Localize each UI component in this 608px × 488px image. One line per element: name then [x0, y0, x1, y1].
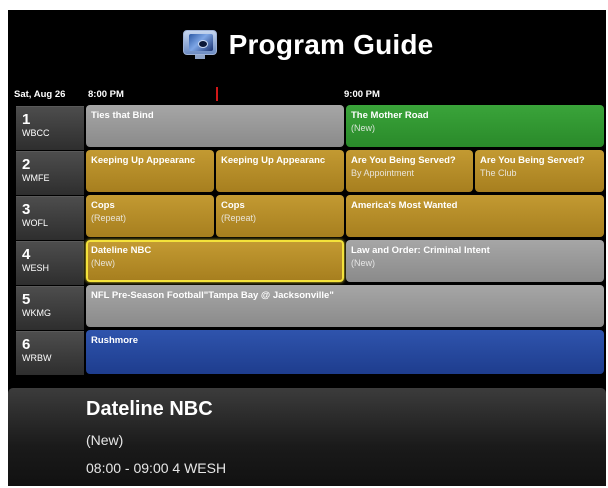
program-title: Ties that Bind — [91, 110, 154, 121]
program-ties-that-bind[interactable]: Ties that Bind — [86, 105, 344, 147]
program-the-mother-road[interactable]: The Mother Road (New) — [346, 105, 604, 147]
page-title: Program Guide — [228, 29, 434, 60]
program-keeping-up-appearances-2[interactable]: Keeping Up Appearanc — [216, 150, 344, 192]
channel-callsign: WKMG — [22, 308, 51, 318]
program-title: Rushmore — [91, 335, 138, 346]
program-subtitle: (New) — [351, 258, 375, 268]
program-cops-1[interactable]: Cops (Repeat) — [86, 195, 214, 237]
time-bar: Sat, Aug 26 8:00 PM 9:00 PM — [8, 84, 606, 106]
program-title: Keeping Up Appearanc — [91, 155, 196, 166]
program-keeping-up-appearances-1[interactable]: Keeping Up Appearanc — [86, 150, 214, 192]
program-subtitle: The Club — [480, 168, 517, 178]
program-are-you-being-served-1[interactable]: Are You Being Served? By Appointment — [346, 150, 473, 192]
program-title: Are You Being Served? — [480, 155, 585, 166]
channel-5[interactable]: 5 WKMG — [16, 286, 84, 330]
time-label-8pm: 8:00 PM — [88, 89, 124, 100]
tv-eye-icon — [181, 30, 219, 60]
program-title: Dateline NBC — [91, 245, 152, 256]
channel-6[interactable]: 6 WRBW — [16, 331, 84, 375]
program-guide-screen: Program Guide Sat, Aug 26 8:00 PM 9:00 P… — [8, 10, 606, 486]
channel-callsign: WESH — [22, 263, 49, 273]
program-subtitle: (Repeat) — [91, 213, 127, 223]
channel-callsign: WOFL — [22, 218, 48, 228]
program-title: NFL Pre-Season Football"Tampa Bay @ Jack… — [91, 290, 334, 301]
program-subtitle: (New) — [91, 258, 115, 268]
channel-number: 5 — [22, 291, 31, 308]
program-law-and-order-ci[interactable]: Law and Order: Criminal Intent (New) — [346, 240, 604, 282]
header: Program Guide — [8, 10, 606, 80]
program-subtitle: (Repeat) — [221, 213, 257, 223]
program-subtitle: (New) — [351, 123, 375, 133]
channel-callsign: WBCC — [22, 128, 50, 138]
current-time-marker — [216, 87, 218, 101]
channel-3[interactable]: 3 WOFL — [16, 196, 84, 240]
program-details-panel: Dateline NBC (New) 08:00 - 09:00 4 WESH — [8, 388, 606, 486]
channel-number: 4 — [22, 246, 31, 263]
details-title: Dateline NBC — [86, 398, 213, 420]
program-title: Law and Order: Criminal Intent — [351, 245, 490, 256]
program-title: Are You Being Served? — [351, 155, 456, 166]
date-label: Sat, Aug 26 — [14, 89, 66, 100]
program-nfl-pre-season-football[interactable]: NFL Pre-Season Football"Tampa Bay @ Jack… — [86, 285, 604, 327]
program-title: America's Most Wanted — [351, 200, 458, 211]
channel-callsign: WRBW — [22, 353, 52, 363]
program-are-you-being-served-2[interactable]: Are You Being Served? The Club — [475, 150, 604, 192]
details-time-channel: 08:00 - 09:00 4 WESH — [86, 460, 227, 476]
channel-number: 3 — [22, 201, 31, 218]
program-subtitle: By Appointment — [351, 168, 415, 178]
channel-number: 1 — [22, 111, 31, 128]
channel-number: 2 — [22, 156, 31, 173]
details-subtitle: (New) — [86, 432, 124, 448]
channel-2[interactable]: 2 WMFE — [16, 151, 84, 195]
channel-1[interactable]: 1 WBCC — [16, 106, 84, 150]
channel-number: 6 — [22, 336, 31, 353]
program-title: Keeping Up Appearanc — [221, 155, 326, 166]
program-dateline-nbc-selected[interactable]: Dateline NBC (New) — [86, 240, 344, 282]
program-americas-most-wanted[interactable]: America's Most Wanted — [346, 195, 604, 237]
time-label-9pm: 9:00 PM — [344, 89, 380, 100]
program-cops-2[interactable]: Cops (Repeat) — [216, 195, 344, 237]
channel-callsign: WMFE — [22, 173, 50, 183]
channel-4[interactable]: 4 WESH — [16, 241, 84, 285]
program-title: Cops — [221, 200, 245, 211]
program-title: Cops — [91, 200, 115, 211]
program-rushmore[interactable]: Rushmore — [86, 330, 604, 374]
program-title: The Mother Road — [351, 110, 429, 121]
